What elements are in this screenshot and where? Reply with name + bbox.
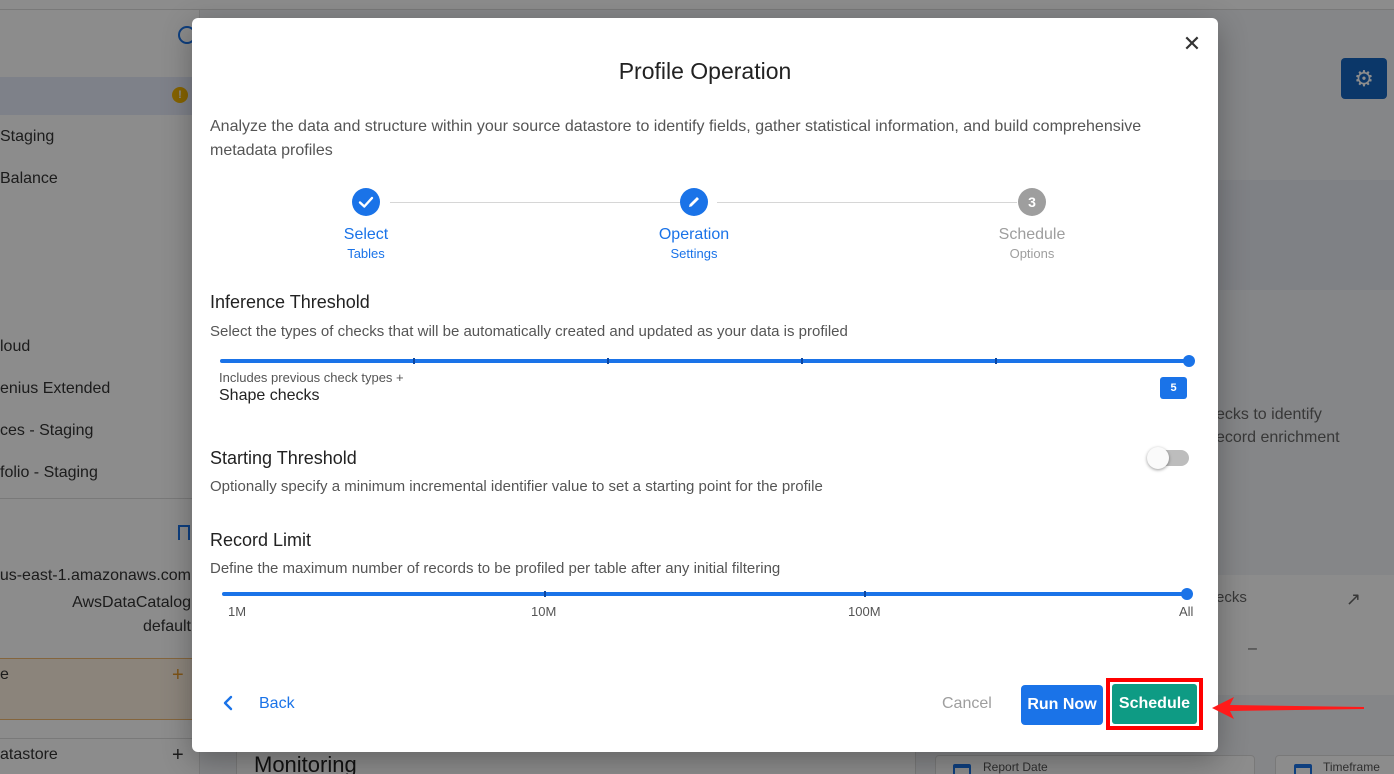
record-limit-slider[interactable]: [222, 591, 1187, 597]
record-limit-description: Define the maximum number of records to …: [210, 560, 781, 577]
close-icon[interactable]: ✕: [1182, 33, 1202, 55]
stepper-connector: [390, 202, 684, 203]
step-1-check-icon[interactable]: [352, 188, 380, 216]
inference-value-badge: 5: [1160, 377, 1187, 399]
record-limit-thumb[interactable]: [1181, 588, 1193, 600]
back-button[interactable]: Back: [259, 695, 295, 713]
inference-threshold-thumb[interactable]: [1183, 355, 1195, 367]
inference-check-type: Shape checks: [219, 387, 320, 404]
annotation-arrow-icon: [1212, 697, 1364, 719]
scale-label-1m: 1M: [228, 604, 247, 619]
slider-tick: [413, 358, 415, 364]
starting-threshold-toggle[interactable]: [1147, 447, 1189, 469]
starting-threshold-title: Starting Threshold: [210, 448, 357, 468]
cancel-button[interactable]: Cancel: [942, 695, 992, 713]
inference-threshold-title: Inference Threshold: [210, 292, 370, 312]
inference-threshold-slider[interactable]: [220, 358, 1189, 364]
step-3-label: Schedule: [998, 226, 1066, 243]
stepper-connector: [717, 202, 1017, 203]
schedule-button[interactable]: Schedule: [1112, 684, 1197, 724]
record-limit-title: Record Limit: [210, 530, 312, 550]
step-2-label: Operation: [658, 226, 730, 243]
step-3-number[interactable]: 3: [1018, 188, 1046, 216]
slider-tick: [995, 358, 997, 364]
step-1-label: Select: [343, 226, 389, 243]
inference-threshold-description: Select the types of checks that will be …: [210, 323, 848, 340]
step-2-sublabel: Settings: [670, 246, 718, 261]
slider-tick: [864, 591, 866, 597]
dialog-title: Profile Operation: [618, 58, 792, 84]
scale-label-100m: 100M: [848, 604, 881, 619]
scale-label-all: All: [1179, 604, 1194, 619]
step-3-sublabel: Options: [1009, 246, 1055, 261]
inference-hint: Includes previous check types +: [219, 370, 404, 385]
slider-tick: [801, 358, 803, 364]
chevron-left-icon[interactable]: [222, 694, 234, 717]
dialog-description: Analyze the data and structure within yo…: [210, 118, 1142, 159]
scale-label-10m: 10M: [531, 604, 557, 619]
slider-tick: [544, 591, 546, 597]
step-2-pencil-icon[interactable]: [680, 188, 708, 216]
profile-operation-dialog: Profile Operation ✕ Analyze the data and…: [192, 18, 1218, 752]
slider-tick: [607, 358, 609, 364]
starting-threshold-description: Optionally specify a minimum incremental…: [210, 478, 823, 495]
step-1-sublabel: Tables: [347, 246, 385, 261]
run-now-button[interactable]: Run Now: [1021, 685, 1103, 725]
toggle-knob: [1147, 447, 1169, 469]
